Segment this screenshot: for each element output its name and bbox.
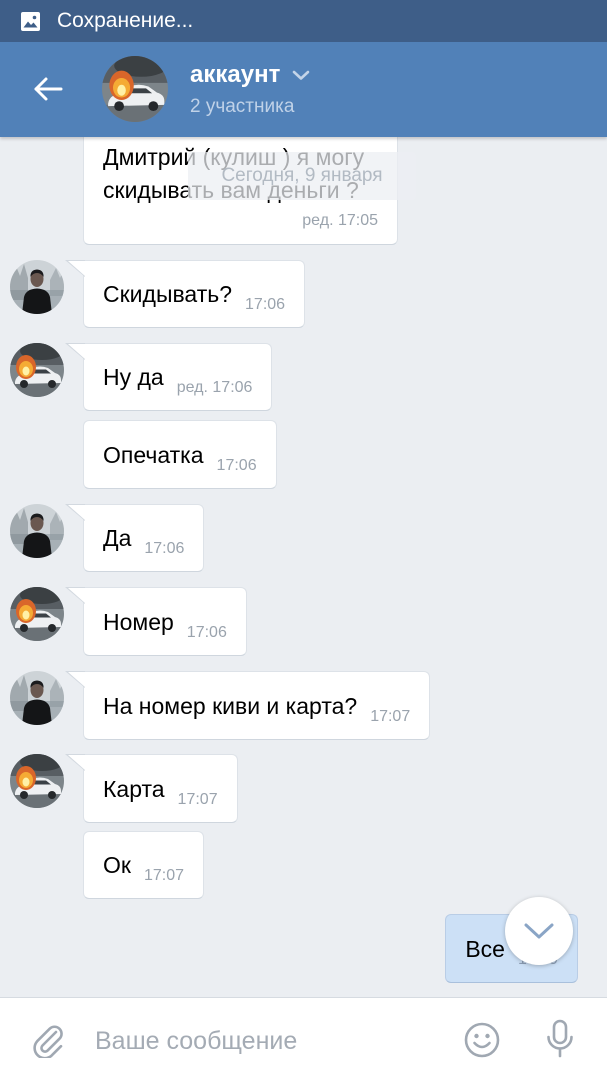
- message-bubble[interactable]: Ок 17:07: [83, 831, 204, 899]
- message-bubble[interactable]: Номер 17:06: [83, 587, 247, 656]
- message-bubble[interactable]: Скидывать? 17:06: [83, 260, 306, 328]
- image-icon: [20, 11, 41, 32]
- chat-header: аккаунт 2 участника: [0, 42, 607, 137]
- message-text: Номер: [103, 608, 174, 635]
- message-time: 17:06: [186, 623, 227, 641]
- sender-avatar[interactable]: [10, 343, 64, 397]
- message-time: 17:07: [143, 867, 184, 884]
- scroll-to-bottom-button[interactable]: [505, 897, 573, 965]
- message-input[interactable]: [95, 1018, 445, 1064]
- message-text: На номер киви и карта?: [103, 692, 358, 719]
- message-time: ред. 17:05: [302, 212, 378, 229]
- chat-avatar[interactable]: [102, 56, 168, 122]
- message-bubble[interactable]: Карта 17:07: [83, 754, 238, 823]
- message-time: ред. 17:06: [176, 379, 253, 396]
- message-text: Ок: [103, 852, 131, 878]
- message-time: 17:06: [144, 540, 185, 557]
- arrow-left-icon[interactable]: [30, 71, 66, 107]
- chat-title: аккаунт: [190, 61, 281, 88]
- sender-avatar[interactable]: [10, 671, 64, 725]
- message-time: 17:07: [177, 790, 218, 808]
- paperclip-icon[interactable]: [28, 1020, 66, 1058]
- message-bubble[interactable]: Ну да ред. 17:06: [83, 343, 273, 411]
- message-bubble[interactable]: На номер киви и карта? 17:07: [83, 671, 431, 740]
- chat-title-dropdown[interactable]: аккаунт: [190, 58, 311, 92]
- message-bubble[interactable]: Да 17:06: [83, 504, 205, 572]
- sender-avatar[interactable]: [10, 754, 64, 808]
- chevron-down-icon: [291, 68, 311, 82]
- message-text: Да: [103, 525, 132, 551]
- message-bubble[interactable]: Опечатка 17:06: [83, 420, 277, 489]
- message-time: 17:07: [370, 707, 411, 725]
- sender-avatar[interactable]: [10, 587, 64, 641]
- smile-icon[interactable]: [463, 1021, 501, 1059]
- sender-avatar[interactable]: [10, 260, 64, 314]
- status-bar: Сохранение...: [0, 0, 607, 42]
- status-text: Сохранение...: [57, 9, 194, 32]
- microphone-icon[interactable]: [544, 1019, 576, 1059]
- message-text: Опечатка: [103, 441, 204, 468]
- message-text: Карта: [103, 775, 165, 802]
- chevron-down-icon: [522, 921, 556, 941]
- participants-count: 2 участника: [190, 96, 295, 117]
- message-composer: [0, 997, 607, 1080]
- sender-avatar[interactable]: [10, 504, 64, 558]
- message-time: 17:06: [245, 296, 286, 313]
- message-text: Скидывать?: [103, 281, 233, 307]
- date-divider: Сегодня, 9 января: [188, 152, 416, 200]
- message-time: 17:06: [216, 456, 257, 474]
- message-text: Все: [465, 935, 505, 962]
- message-text: Ну да: [103, 364, 164, 390]
